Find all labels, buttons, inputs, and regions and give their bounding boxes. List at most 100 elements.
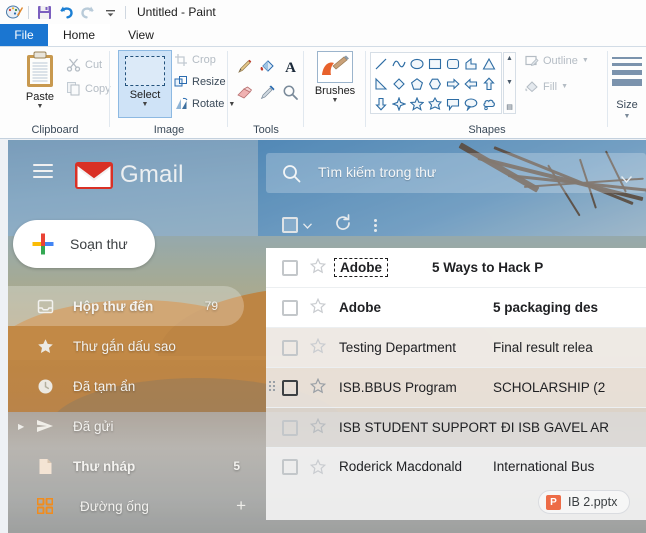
tab-file[interactable]: File: [0, 24, 48, 47]
search-input[interactable]: Tìm kiếm trong thư: [318, 164, 436, 180]
sidebar-item-starred[interactable]: Thư gắn dấu sao: [8, 326, 266, 366]
shapes-gallery[interactable]: [370, 52, 502, 114]
rectangle-shape[interactable]: [426, 54, 444, 74]
down-arrow-shape[interactable]: [372, 94, 390, 114]
email-subject[interactable]: SCHOLARSHIP (2: [493, 380, 646, 395]
email-checkbox[interactable]: [282, 459, 298, 475]
email-subject[interactable]: ĐI ISB GAVEL AR: [501, 420, 646, 435]
compose-button[interactable]: Soạn thư: [13, 220, 155, 268]
diamond-shape[interactable]: [390, 74, 408, 94]
attachment-chip[interactable]: P IB 2.pptx: [538, 490, 630, 514]
star-icon[interactable]: [310, 338, 327, 357]
four-point-star-shape[interactable]: [390, 94, 408, 114]
email-checkbox[interactable]: [282, 260, 298, 276]
shapes-scroll-down-icon[interactable]: ▼: [506, 79, 513, 86]
drag-handle-icon[interactable]: [269, 381, 275, 391]
right-arrow-shape[interactable]: [444, 74, 462, 94]
email-row[interactable]: ISB.BBUS Program SCHOLARSHIP (2: [266, 368, 646, 408]
shapes-scroll-up-icon[interactable]: ▲: [506, 55, 513, 62]
email-subject[interactable]: 5 Ways to Hack P: [432, 260, 646, 275]
tab-view[interactable]: View: [110, 24, 172, 47]
tab-home[interactable]: Home: [48, 24, 110, 47]
color-picker-icon[interactable]: [256, 79, 279, 105]
email-subject[interactable]: International Bus: [493, 459, 646, 474]
email-row[interactable]: Adobe 5 Ways to Hack P: [266, 248, 646, 288]
fill-button[interactable]: Fill ▼: [524, 79, 589, 94]
star-icon[interactable]: [310, 298, 327, 317]
fill-with-color-icon[interactable]: [256, 53, 279, 79]
text-icon[interactable]: A: [279, 53, 302, 79]
eraser-icon[interactable]: [233, 79, 256, 105]
star-icon[interactable]: [310, 378, 327, 397]
triangle-shape[interactable]: [480, 54, 498, 74]
email-sender[interactable]: Adobe: [334, 258, 388, 277]
magnifier-icon[interactable]: [279, 79, 302, 105]
sidebar-item-inbox[interactable]: Hộp thư đến 79: [8, 286, 244, 326]
sidebar-item-sent[interactable]: ▶ Đã gửi: [8, 406, 266, 446]
cloud-callout-shape[interactable]: [480, 94, 498, 114]
star-icon[interactable]: [310, 418, 327, 437]
email-sender[interactable]: Roderick Macdonald: [339, 459, 489, 474]
main-menu-icon[interactable]: [33, 164, 53, 178]
rounded-callout-shape[interactable]: [444, 94, 462, 114]
resize-button[interactable]: Resize: [174, 75, 226, 89]
email-checkbox[interactable]: [282, 300, 298, 316]
curve-shape[interactable]: [390, 54, 408, 74]
outline-button[interactable]: Outline ▼: [524, 53, 589, 68]
copy-button[interactable]: Copy: [66, 81, 111, 96]
select-all-checkbox[interactable]: [282, 217, 298, 233]
right-triangle-shape[interactable]: [372, 74, 390, 94]
brushes-caret-icon[interactable]: ▼: [332, 98, 339, 104]
email-row[interactable]: ISB STUDENT SUPPORT ĐI ISB GAVEL AR: [266, 408, 646, 448]
email-row[interactable]: Testing Department Final result relea: [266, 328, 646, 368]
paint-canvas[interactable]: Gmail Tìm kiếm trong thư: [0, 139, 646, 533]
save-icon[interactable]: [33, 2, 55, 22]
select-caret-icon[interactable]: ▼: [142, 102, 149, 108]
size-caret-icon[interactable]: ▼: [608, 113, 646, 120]
up-arrow-shape[interactable]: [480, 74, 498, 94]
redo-icon[interactable]: [77, 2, 99, 22]
six-point-star-shape[interactable]: [426, 94, 444, 114]
paste-caret-icon[interactable]: ▼: [37, 104, 44, 110]
sidebar-item-pipeline[interactable]: Đường ống +: [8, 486, 266, 526]
shapes-expand-icon[interactable]: ▤: [506, 103, 513, 111]
email-checkbox[interactable]: [282, 380, 298, 396]
left-arrow-shape[interactable]: [462, 74, 480, 94]
cut-button[interactable]: Cut: [66, 57, 102, 72]
email-row[interactable]: Roderick Macdonald International Bus P I…: [266, 448, 646, 520]
hexagon-shape[interactable]: [426, 74, 444, 94]
email-sender[interactable]: Testing Department: [339, 340, 489, 355]
email-subject[interactable]: 5 packaging des: [493, 300, 646, 315]
undo-icon[interactable]: [55, 2, 77, 22]
email-sender[interactable]: ISB.BBUS Program: [339, 380, 489, 395]
pencil-icon[interactable]: [233, 53, 256, 79]
add-pipeline-icon[interactable]: +: [236, 496, 246, 516]
paste-button[interactable]: Paste ▼: [12, 51, 68, 117]
search-options-chevron-down-icon[interactable]: [621, 170, 632, 188]
pentagon-shape[interactable]: [408, 74, 426, 94]
fill-caret-icon[interactable]: ▼: [561, 83, 568, 90]
line-shape[interactable]: [372, 54, 390, 74]
expand-chevron-right-icon[interactable]: ▶: [18, 422, 24, 431]
sidebar-item-expand-list[interactable]: Danh sách mở rộng: [8, 526, 266, 533]
outline-caret-icon[interactable]: ▼: [582, 57, 589, 64]
paint-icon[interactable]: [4, 3, 24, 21]
email-checkbox[interactable]: [282, 420, 298, 436]
brushes-button[interactable]: Brushes ▼: [315, 51, 355, 117]
size-button[interactable]: [612, 57, 642, 86]
email-sender[interactable]: ISB STUDENT SUPPORT: [339, 420, 497, 435]
five-point-star-shape[interactable]: [408, 94, 426, 114]
rounded-rectangle-shape[interactable]: [444, 54, 462, 74]
email-subject[interactable]: Final result relea: [493, 340, 646, 355]
polygon-shape[interactable]: [462, 54, 480, 74]
sidebar-item-snoozed[interactable]: Đã tạm ẩn: [8, 366, 266, 406]
refresh-icon[interactable]: [334, 214, 352, 237]
search-bar[interactable]: Tìm kiếm trong thư: [266, 153, 646, 193]
sidebar-item-drafts[interactable]: Thư nháp 5: [8, 446, 266, 486]
star-icon[interactable]: [310, 459, 327, 478]
select-all-chevron-down-icon[interactable]: [303, 216, 312, 234]
crop-button[interactable]: Crop: [174, 53, 216, 67]
select-button[interactable]: Select ▼: [118, 50, 172, 118]
customize-qat-icon[interactable]: [99, 2, 121, 22]
oval-shape[interactable]: [408, 54, 426, 74]
